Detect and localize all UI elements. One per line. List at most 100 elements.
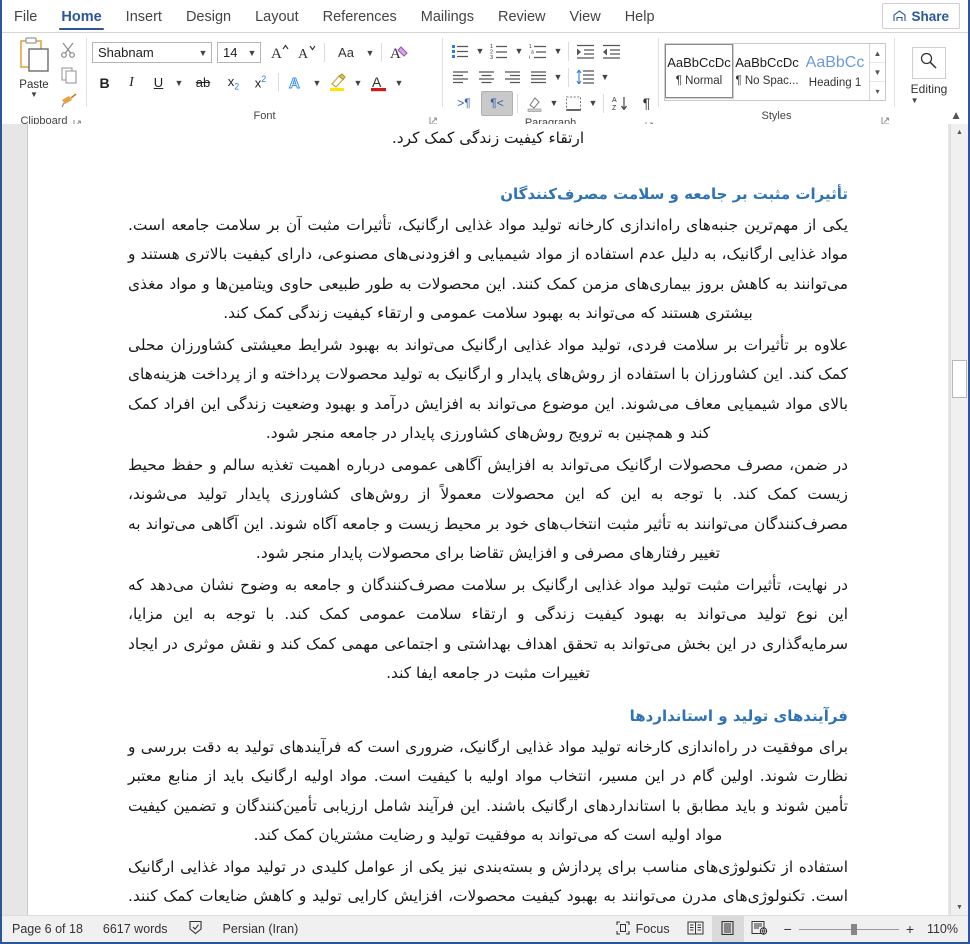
bold-button[interactable]: B <box>92 70 117 95</box>
increase-indent-icon[interactable] <box>599 39 624 64</box>
styles-scroll-up-icon[interactable]: ▲ <box>870 44 885 63</box>
format-painter-icon[interactable] <box>60 91 78 114</box>
chevron-down-icon[interactable]: ▼ <box>311 72 323 94</box>
zoom-in-button[interactable]: + <box>906 921 914 937</box>
editing-dropdown-icon[interactable]: ▼ <box>911 96 919 105</box>
tab-file[interactable]: File <box>2 2 49 32</box>
sort-icon[interactable]: AZ <box>608 91 633 116</box>
zoom-track[interactable] <box>798 923 899 935</box>
align-right-icon[interactable] <box>500 65 525 90</box>
chevron-down-icon[interactable]: ▼ <box>352 72 364 94</box>
paste-button[interactable]: Paste ▼ <box>8 37 60 99</box>
show-formatting-marks-button[interactable]: ¶ <box>634 91 659 116</box>
collapse-ribbon-icon[interactable]: ▲ <box>950 108 962 122</box>
share-button[interactable]: Share <box>882 3 960 29</box>
document-page[interactable]: ارتقاء کیفیت زندگی کمک کرد. تأثیرات مثبت … <box>27 124 948 916</box>
numbered-list-icon[interactable]: 123 <box>487 39 512 64</box>
align-left-icon[interactable] <box>448 65 473 90</box>
web-layout-button[interactable] <box>744 916 776 942</box>
justify-icon[interactable] <box>526 65 551 90</box>
chevron-down-icon[interactable]: ▼ <box>474 40 486 62</box>
word-count[interactable]: 6617 words <box>93 916 178 942</box>
font-color-icon[interactable]: A <box>366 70 391 95</box>
document-canvas[interactable]: ارتقاء کیفیت زندگی کمک کرد. تأثیرات مثبت … <box>2 124 968 916</box>
zoom-level-label[interactable]: 110% <box>922 922 968 936</box>
chevron-down-icon[interactable]: ▼ <box>548 92 560 114</box>
styles-gallery-scroll[interactable]: ▲ ▼ ▾ <box>869 44 885 100</box>
document-heading[interactable]: تأثیرات مثبت بر جامعه و سلامت مصرف‌کنندگ… <box>128 183 848 205</box>
chevron-down-icon[interactable]: ▼ <box>513 40 525 62</box>
styles-gallery[interactable]: AaBbCcDc ¶ Normal AaBbCcDc ¶ No Spac... … <box>664 43 886 101</box>
chevron-down-icon[interactable]: ▼ <box>197 42 209 64</box>
styles-more-icon[interactable]: ▾ <box>870 82 885 100</box>
styles-dialog-launcher-icon[interactable] <box>881 115 890 125</box>
shading-icon[interactable] <box>522 91 547 116</box>
font-name-combo[interactable]: Shabnam ▼ <box>92 42 212 63</box>
document-paragraph[interactable]: ارتقاء کیفیت زندگی کمک کرد. <box>128 124 848 154</box>
multilevel-list-icon[interactable]: 1ai <box>526 39 551 64</box>
print-layout-button[interactable] <box>711 916 744 942</box>
scroll-down-icon[interactable]: ▼ <box>951 899 968 916</box>
tab-view[interactable]: View <box>558 2 613 32</box>
copy-icon[interactable] <box>60 66 78 89</box>
vertical-scrollbar[interactable]: ▲ ▼ <box>950 124 968 916</box>
document-paragraph[interactable]: علاوه بر تأثیرات بر سلامت فردی، تولید مو… <box>128 331 848 449</box>
tab-design[interactable]: Design <box>174 2 243 32</box>
proofing-status[interactable] <box>178 916 213 942</box>
tab-home[interactable]: Home <box>49 2 113 32</box>
tab-help[interactable]: Help <box>613 2 667 32</box>
shrink-font-icon[interactable]: A <box>294 40 319 65</box>
style-item-no-spacing[interactable]: AaBbCcDc ¶ No Spac... <box>733 44 801 98</box>
scrollbar-thumb[interactable] <box>952 360 967 398</box>
tab-mailings[interactable]: Mailings <box>409 2 486 32</box>
change-case-button[interactable]: Aa <box>330 40 362 65</box>
chevron-down-icon[interactable]: ▼ <box>173 72 185 94</box>
align-center-icon[interactable] <box>474 65 499 90</box>
chevron-down-icon[interactable]: ▼ <box>393 72 405 94</box>
chevron-down-icon[interactable]: ▼ <box>246 42 258 64</box>
paste-dropdown-icon[interactable]: ▼ <box>30 91 38 99</box>
subscript-button[interactable]: x2 <box>221 70 246 95</box>
chevron-down-icon[interactable]: ▼ <box>599 66 611 88</box>
zoom-thumb[interactable] <box>850 923 857 935</box>
document-heading[interactable]: فرآیندهای تولید و استانداردها <box>128 705 848 727</box>
document-paragraph[interactable]: برای موفقیت در راه‌اندازی کارخانه تولید … <box>128 733 848 851</box>
tab-review[interactable]: Review <box>486 2 558 32</box>
document-paragraph[interactable]: در نهایت، تأثیرات مثبت تولید مواد غذایی … <box>128 571 848 689</box>
chevron-down-icon[interactable]: ▼ <box>587 92 599 114</box>
editing-button[interactable] <box>911 47 946 79</box>
style-item-normal[interactable]: AaBbCcDc ¶ Normal <box>664 43 734 99</box>
zoom-slider[interactable]: − + <box>776 921 922 937</box>
highlight-color-icon[interactable] <box>325 70 350 95</box>
tab-layout[interactable]: Layout <box>243 2 311 32</box>
scroll-up-icon[interactable]: ▲ <box>951 124 968 141</box>
styles-scroll-down-icon[interactable]: ▼ <box>870 63 885 82</box>
chevron-down-icon[interactable]: ▼ <box>364 42 376 64</box>
strikethrough-button[interactable]: ab <box>187 70 219 95</box>
italic-button[interactable]: I <box>119 70 144 95</box>
underline-button[interactable]: U <box>146 70 171 95</box>
style-item-heading-1[interactable]: AaBbCc Heading 1 <box>801 44 869 98</box>
tab-insert[interactable]: Insert <box>114 2 174 32</box>
superscript-button[interactable]: x2 <box>248 70 273 95</box>
grow-font-icon[interactable]: A <box>267 40 292 65</box>
rtl-text-direction-button[interactable]: ¶< <box>481 90 513 116</box>
clear-formatting-icon[interactable]: A <box>387 40 412 65</box>
scissors-icon[interactable] <box>60 41 78 64</box>
line-spacing-icon[interactable] <box>573 65 598 90</box>
decrease-indent-icon[interactable] <box>573 39 598 64</box>
borders-icon[interactable] <box>561 91 586 116</box>
read-mode-button[interactable] <box>680 916 712 942</box>
document-paragraph[interactable]: استفاده از تکنولوژی‌های مناسب برای پرداز… <box>128 853 848 917</box>
font-size-combo[interactable]: 14 ▼ <box>217 42 261 63</box>
document-paragraph[interactable]: در ضمن، مصرف محصولات ارگانیک می‌تواند به… <box>128 451 848 569</box>
language-indicator[interactable]: Persian (Iran) <box>213 916 309 942</box>
zoom-out-button[interactable]: − <box>784 921 792 937</box>
document-paragraph[interactable]: یکی از مهم‌ترین جنبه‌های راه‌اندازی کارخ… <box>128 211 848 329</box>
font-dialog-launcher-icon[interactable] <box>429 115 438 125</box>
ltr-text-direction-button[interactable]: >¶ <box>448 91 480 116</box>
bullet-list-icon[interactable] <box>448 39 473 64</box>
page-indicator[interactable]: Page 6 of 18 <box>2 916 93 942</box>
focus-mode-button[interactable]: Focus <box>606 916 680 942</box>
text-effects-icon[interactable]: A <box>284 70 309 95</box>
